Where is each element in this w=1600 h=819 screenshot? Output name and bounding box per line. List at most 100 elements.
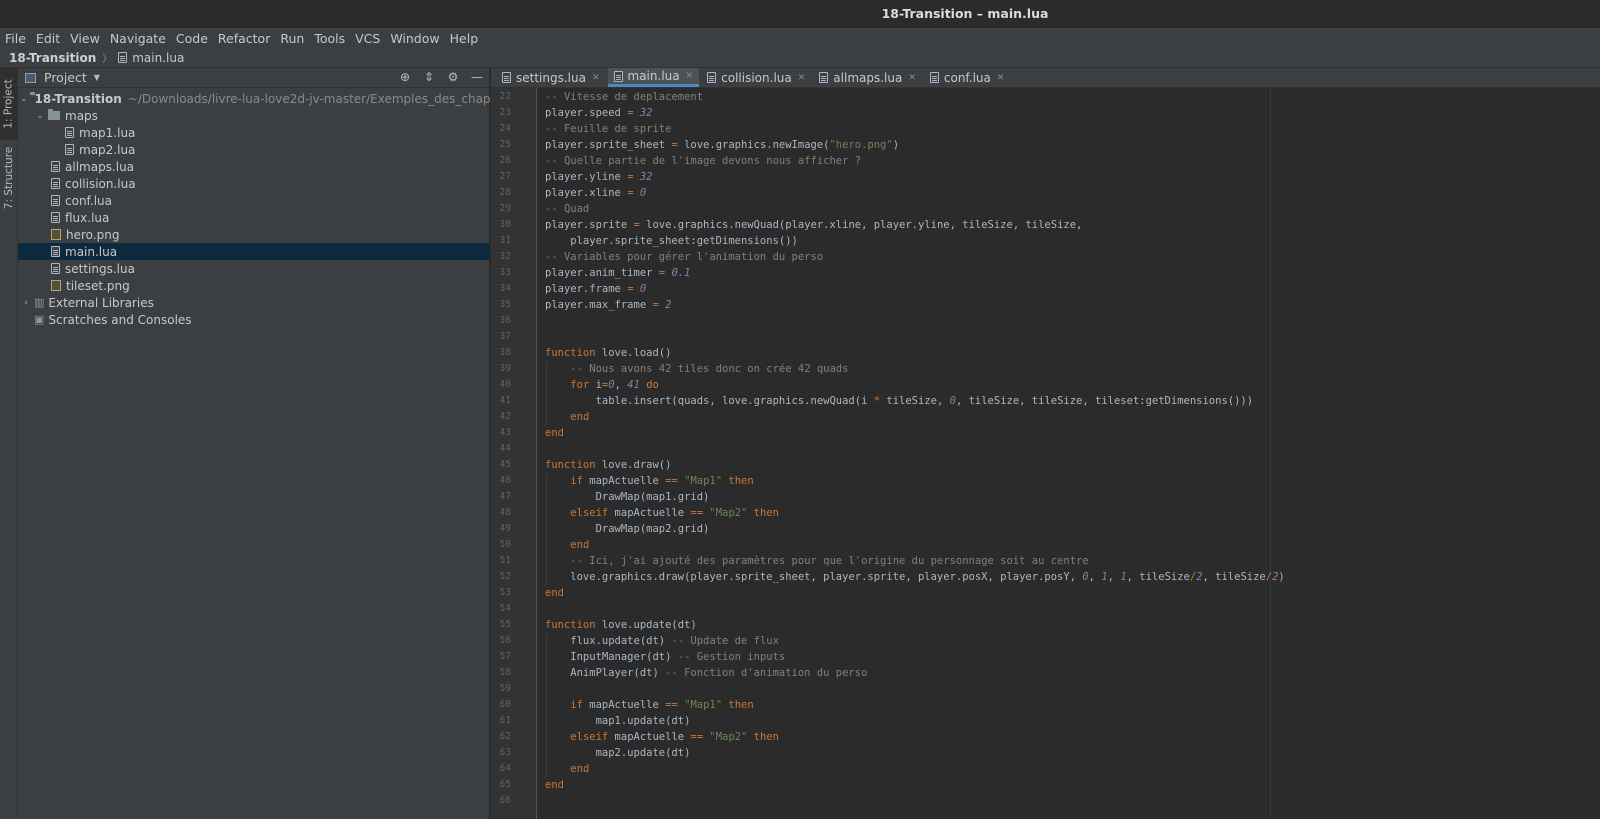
tree-item-scratches[interactable]: ▣ Scratches and Consoles [18, 311, 490, 328]
menu-vcs[interactable]: VCS [355, 31, 380, 46]
menu-window[interactable]: Window [390, 31, 439, 46]
code-line[interactable]: end [545, 537, 589, 553]
menu-file[interactable]: File [5, 31, 26, 46]
code-line[interactable]: end [545, 777, 564, 793]
menu-navigate[interactable]: Navigate [110, 31, 166, 46]
tree-item-project-root[interactable]: ⌄ 18-Transition ~/Downloads/livre-lua-lo… [18, 90, 490, 107]
menu-run[interactable]: Run [280, 31, 304, 46]
breadcrumb-project[interactable]: 18-Transition [9, 51, 96, 65]
code-line[interactable]: -- Quelle partie de l'image devons nous … [545, 153, 861, 169]
close-icon[interactable]: ✕ [908, 73, 916, 83]
chevron-right-icon[interactable]: › [20, 298, 32, 308]
code-line[interactable]: player.frame = 0 [545, 281, 646, 297]
tree-item-collision[interactable]: collision.lua [18, 175, 490, 192]
chevron-down-icon[interactable]: ▼ [94, 73, 100, 82]
menu-edit[interactable]: Edit [36, 31, 60, 46]
line-number-gutter[interactable]: 22 23 24 25 26 27 28 29 30 31 32 33 34 35 36 37 38 39 40 41… [491, 88, 537, 819]
code-line[interactable]: if mapActuelle == "Map1" then [545, 473, 753, 489]
code-line[interactable]: player.yline = 32 [545, 169, 653, 185]
code-line[interactable]: -- Vitesse de deplacement [545, 89, 703, 105]
code-line[interactable]: end [545, 585, 564, 601]
tree-item-external-libraries[interactable]: › ▥ External Libraries [18, 294, 490, 311]
code-line[interactable]: player.max_frame = 2 [545, 297, 671, 313]
breadcrumb-file[interactable]: main.lua [132, 51, 184, 65]
line-number: 65 [499, 779, 511, 790]
libraries-icon: ▥ [34, 296, 45, 309]
code-line[interactable]: love.graphics.draw(player.sprite_sheet, … [545, 569, 1284, 585]
close-icon[interactable]: ✕ [686, 71, 694, 81]
tab-conf-lua[interactable]: conf.lua ✕ [924, 68, 1011, 87]
tree-item-main[interactable]: main.lua [18, 243, 490, 260]
code-line[interactable]: map1.update(dt) [545, 713, 691, 729]
tree-item-map1[interactable]: map1.lua [18, 124, 490, 141]
code-line[interactable]: for i=0, 41 do [545, 377, 659, 393]
code-line[interactable]: map2.update(dt) [545, 745, 691, 761]
code-line[interactable]: player.sprite = love.graphics.newQuad(pl… [545, 217, 1082, 233]
code-line[interactable]: -- Nous avons 42 tiles donc on crée 42 q… [545, 361, 848, 377]
code-line[interactable]: -- Ici, j'ai ajouté des paramètres pour … [545, 553, 1088, 569]
menu-view[interactable]: View [70, 31, 100, 46]
tab-allmaps-lua[interactable]: allmaps.lua ✕ [813, 68, 922, 87]
code-line[interactable]: end [545, 425, 564, 441]
code-line[interactable]: AnimPlayer(dt) -- Fonction d'animation d… [545, 665, 867, 681]
tree-item-tileset-png[interactable]: tileset.png [18, 277, 490, 294]
tab-label: main.lua [627, 69, 680, 83]
line-number: 40 [499, 379, 511, 390]
chevron-down-icon[interactable]: ⌄ [34, 111, 46, 121]
hide-panel-icon[interactable]: — [471, 70, 483, 84]
chevron-down-icon[interactable]: ⌄ [20, 94, 28, 104]
tree-item-allmaps[interactable]: allmaps.lua [18, 158, 490, 175]
code-line[interactable]: player.sprite_sheet:getDimensions()) [545, 233, 798, 249]
line-number: 37 [499, 331, 511, 342]
tree-item-hero-png[interactable]: hero.png [18, 226, 490, 243]
line-number: 56 [499, 635, 511, 646]
code-line[interactable]: if mapActuelle == "Map1" then [545, 697, 753, 713]
close-icon[interactable]: ✕ [592, 73, 600, 83]
code-line[interactable]: end [545, 409, 589, 425]
tab-settings-lua[interactable]: settings.lua ✕ [496, 68, 606, 87]
code-area[interactable]: -- Vitesse de deplacement player.speed = … [538, 88, 1600, 819]
code-line[interactable]: end [545, 761, 589, 777]
code-line[interactable]: elseif mapActuelle == "Map2" then [545, 729, 779, 745]
tool-tab-project[interactable]: 1: Project [0, 68, 18, 140]
code-line[interactable]: player.xline = 0 [545, 185, 646, 201]
close-icon[interactable]: ✕ [798, 73, 806, 83]
code-line[interactable]: InputManager(dt) -- Gestion inputs [545, 649, 785, 665]
code-line[interactable]: elseif mapActuelle == "Map2" then [545, 505, 779, 521]
menu-tools[interactable]: Tools [314, 31, 345, 46]
project-view-selector[interactable]: Project [44, 70, 87, 85]
lua-file-icon [613, 70, 623, 82]
code-line[interactable]: table.insert(quads, love.graphics.newQua… [545, 393, 1254, 409]
menu-refactor[interactable]: Refactor [218, 31, 270, 46]
code-line[interactable]: -- Quad [545, 201, 589, 217]
code-line[interactable]: player.speed = 32 [545, 105, 653, 121]
tool-tab-project-label: 1: Project [3, 79, 16, 129]
code-line[interactable]: player.sprite_sheet = love.graphics.newI… [545, 137, 899, 153]
code-line[interactable]: -- Feuille de sprite [545, 121, 671, 137]
code-line[interactable]: function love.draw() [545, 457, 671, 473]
gear-icon[interactable]: ⚙ [447, 70, 459, 84]
code-line[interactable]: function love.update(dt) [545, 617, 697, 633]
tab-collision-lua[interactable]: collision.lua ✕ [701, 68, 811, 87]
menu-help[interactable]: Help [450, 31, 479, 46]
tree-item-maps-folder[interactable]: ⌄ maps [18, 107, 490, 124]
code-line[interactable]: -- Variables pour gérer l'animation du p… [545, 249, 823, 265]
tab-main-lua[interactable]: main.lua ✕ [607, 68, 700, 87]
locate-file-icon[interactable]: ⊕ [399, 70, 411, 84]
tab-label: allmaps.lua [833, 70, 903, 85]
code-line[interactable]: player.anim_timer = 0.1 [545, 265, 690, 281]
tree-item-label: conf.lua [65, 193, 113, 208]
tree-item-map2[interactable]: map2.lua [18, 141, 490, 158]
close-icon[interactable]: ✕ [997, 73, 1005, 83]
tree-item-settings[interactable]: settings.lua [18, 260, 490, 277]
tree-item-conf[interactable]: conf.lua [18, 192, 490, 209]
tree-item-flux[interactable]: flux.lua [18, 209, 490, 226]
code-line[interactable]: flux.update(dt) -- Update de flux [545, 633, 779, 649]
tool-tab-structure[interactable]: 7: Structure [0, 142, 18, 214]
menu-code[interactable]: Code [176, 31, 208, 46]
collapse-all-icon[interactable]: ⇕ [423, 70, 435, 84]
code-line[interactable]: function love.load() [545, 345, 671, 361]
line-number: 48 [499, 507, 511, 518]
code-line[interactable]: DrawMap(map1.grid) [545, 489, 710, 505]
code-line[interactable]: DrawMap(map2.grid) [545, 521, 710, 537]
